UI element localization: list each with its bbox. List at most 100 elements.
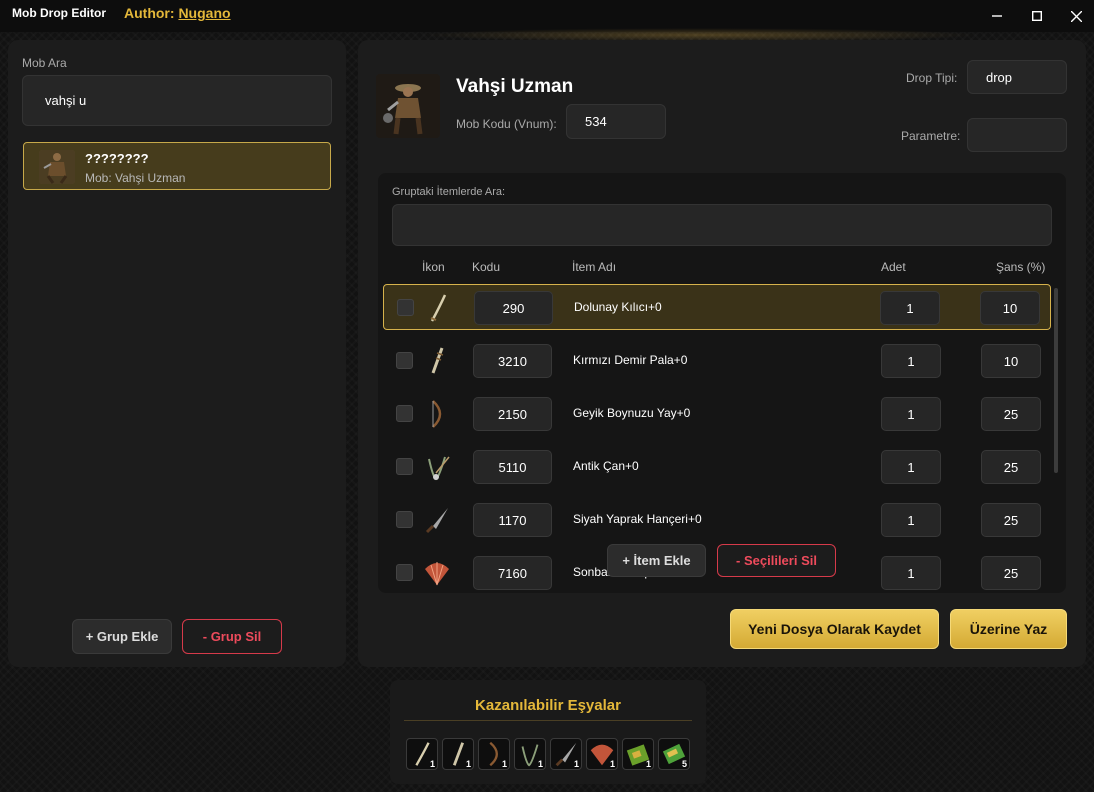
item-name: Siyah Yaprak Hançeri+0 [573, 512, 702, 526]
obtainable-items-title: Kazanılabilir Eşyalar [475, 697, 621, 714]
loot-slot[interactable]: 1 [406, 738, 438, 770]
parameter-input[interactable] [967, 118, 1067, 152]
loot-count: 1 [609, 759, 615, 769]
loot-slot[interactable]: 1 [586, 738, 618, 770]
loot-count: 5 [681, 759, 687, 769]
mob-search-value: vahşi u [45, 93, 87, 108]
fan-icon [425, 562, 449, 586]
mob-result-subtitle: Mob: Vahşi Uzman [85, 171, 186, 185]
drop-type-value: drop [986, 69, 1013, 85]
column-header-code: Kodu [472, 260, 501, 274]
item-count-input[interactable]: 1 [881, 503, 941, 537]
group-items-scrollbar[interactable] [1054, 288, 1058, 473]
group-search-input[interactable] [392, 204, 1052, 246]
loot-count: 1 [645, 759, 651, 769]
dagger-icon [425, 508, 448, 534]
close-button[interactable] [1066, 6, 1086, 26]
table-row[interactable]: 290 Dolunay Kılıcı+0 1 10 [383, 284, 1051, 330]
item-count-input[interactable]: 1 [881, 397, 941, 431]
column-header-icon: İkon [422, 260, 445, 274]
close-icon [1070, 10, 1082, 22]
mob-search-input[interactable]: vahşi u [22, 75, 332, 126]
item-count-input[interactable]: 1 [881, 450, 941, 484]
drop-type-input[interactable]: drop [967, 60, 1067, 94]
mob-portrait [376, 74, 440, 138]
title-divider [404, 720, 692, 721]
item-chance-input[interactable]: 25 [981, 450, 1041, 484]
minimize-icon [992, 15, 1002, 17]
loot-count: 1 [501, 759, 507, 769]
row-checkbox[interactable] [396, 564, 413, 581]
loot-slot[interactable]: 1 [478, 738, 510, 770]
item-code-input[interactable]: 7160 [473, 556, 552, 590]
table-row[interactable]: 2150 Geyik Boynuzu Yay+0 1 25 [383, 391, 1051, 437]
add-item-button[interactable]: + İtem Ekle [607, 544, 706, 577]
row-checkbox[interactable] [397, 299, 414, 316]
item-chance-input[interactable]: 25 [981, 397, 1041, 431]
item-name: Geyik Boynuzu Yay+0 [573, 406, 691, 420]
table-row[interactable]: 1170 Siyah Yaprak Hançeri+0 1 25 [383, 497, 1051, 543]
row-checkbox[interactable] [396, 511, 413, 528]
item-name: Kırmızı Demir Pala+0 [573, 353, 688, 367]
sword-icon [430, 294, 447, 322]
item-code-input[interactable]: 1170 [473, 503, 552, 537]
loot-slot[interactable]: 1 [442, 738, 474, 770]
loot-count: 1 [465, 759, 471, 769]
item-count-input[interactable]: 1 [881, 344, 941, 378]
overwrite-button[interactable]: Üzerine Yaz [950, 609, 1067, 649]
mob-thumbnail [39, 150, 75, 184]
loot-count: 1 [573, 759, 579, 769]
loot-count: 1 [537, 759, 543, 769]
mob-search-panel: Mob Ara vahşi u ???????? Mob: Vahşi Uzma… [8, 40, 346, 667]
mob-editor-panel: Vahşi Uzman Mob Kodu (Vnum): 534 Drop Ti… [358, 40, 1086, 667]
mob-result-name: ???????? [85, 151, 149, 166]
loot-count: 1 [429, 759, 435, 769]
row-checkbox[interactable] [396, 458, 413, 475]
minimize-button[interactable] [987, 6, 1007, 26]
bell-icon [428, 456, 450, 481]
drop-type-label: Drop Tipi: [906, 71, 958, 85]
add-group-button[interactable]: + Grup Ekle [72, 619, 172, 654]
bow-icon [432, 400, 442, 428]
row-checkbox[interactable] [396, 405, 413, 422]
delete-selected-button[interactable]: - Seçilileri Sil [717, 544, 836, 577]
mob-code-input[interactable]: 534 [566, 104, 666, 139]
item-count-input[interactable]: 1 [881, 556, 941, 590]
column-header-name: İtem Adı [572, 260, 617, 274]
author-name[interactable]: Nugano [178, 5, 230, 21]
item-name: Antik Çan+0 [573, 459, 639, 473]
item-chance-input[interactable]: 10 [981, 344, 1041, 378]
loot-slot[interactable]: 1 [550, 738, 582, 770]
delete-group-button[interactable]: - Grup Sil [182, 619, 282, 654]
loot-slot[interactable]: 1 [622, 738, 654, 770]
app-title: Mob Drop Editor [12, 6, 106, 20]
author-prefix: Author: [124, 5, 175, 21]
item-chance-input[interactable]: 25 [981, 556, 1041, 590]
column-header-chance: Şans (%) [996, 260, 1046, 274]
item-code-input[interactable]: 2150 [473, 397, 552, 431]
blade-icon [431, 347, 444, 374]
table-row[interactable]: 5110 Antik Çan+0 1 25 [383, 444, 1051, 490]
item-code-input[interactable]: 5110 [473, 450, 552, 484]
author-credit: Author: Nugano [124, 5, 231, 21]
table-row[interactable]: 3210 Kırmızı Demir Pala+0 1 10 [383, 338, 1051, 384]
mob-search-label: Mob Ara [22, 56, 67, 70]
save-as-new-file-button[interactable]: Yeni Dosya Olarak Kaydet [730, 609, 939, 649]
item-name: Dolunay Kılıcı+0 [574, 300, 662, 314]
column-header-count: Adet [881, 260, 906, 274]
item-code-input[interactable]: 3210 [473, 344, 552, 378]
mob-code-label: Mob Kodu (Vnum): [456, 117, 557, 131]
mob-code-value: 534 [585, 114, 607, 129]
loot-slot[interactable]: 5 [658, 738, 690, 770]
item-chance-input[interactable]: 25 [981, 503, 1041, 537]
item-code-input[interactable]: 290 [474, 291, 553, 325]
item-chance-input[interactable]: 10 [980, 291, 1040, 325]
loot-slot[interactable]: 1 [514, 738, 546, 770]
group-items-box: Gruptaki İtemlerde Ara: İkon Kodu İtem A… [378, 173, 1066, 593]
row-checkbox[interactable] [396, 352, 413, 369]
item-count-input[interactable]: 1 [880, 291, 940, 325]
obtainable-items-panel: Kazanılabilir Eşyalar 1 1 1 1 1 1 1 5 [390, 680, 706, 784]
maximize-button[interactable] [1027, 6, 1047, 26]
maximize-icon [1032, 11, 1042, 21]
mob-result-item[interactable]: ???????? Mob: Vahşi Uzman [23, 142, 331, 190]
